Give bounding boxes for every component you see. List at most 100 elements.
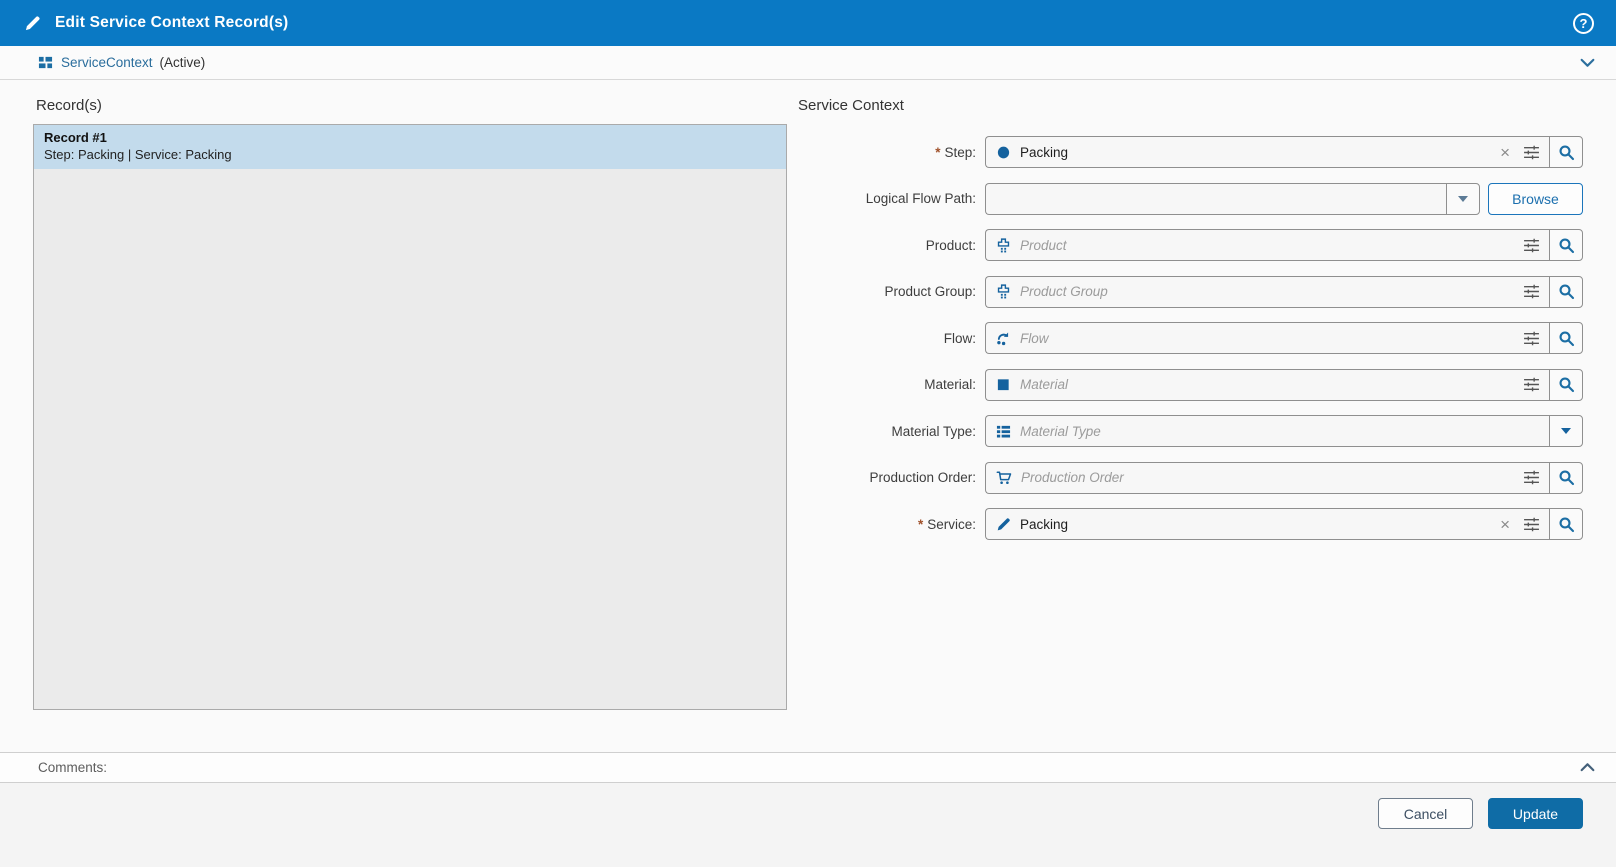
flow-search-button[interactable] <box>1549 322 1583 354</box>
material-type-icon <box>996 424 1011 439</box>
product-field[interactable]: Product <box>985 229 1549 261</box>
service-context-panel: Service Context *Step: Packing × Logical Fl… <box>787 80 1583 752</box>
field-placeholder: Material Type <box>1020 424 1101 439</box>
field-label-flow: Flow: <box>798 331 985 346</box>
search-icon <box>1558 376 1575 393</box>
field-area: Packing × <box>985 508 1583 540</box>
clear-icon[interactable]: × <box>1500 516 1510 533</box>
material-field[interactable]: Material <box>985 369 1549 401</box>
field-area: Material <box>985 369 1583 401</box>
service-icon <box>996 517 1011 532</box>
service-search-button[interactable] <box>1549 508 1583 540</box>
action-bar: Cancel Update <box>0 783 1616 867</box>
cancel-button[interactable]: Cancel <box>1378 798 1473 829</box>
filter-icon[interactable] <box>1523 283 1540 300</box>
required-asterisk: * <box>935 145 940 160</box>
form-row-material: Material:Material <box>798 369 1583 401</box>
product-search-button[interactable] <box>1549 229 1583 261</box>
search-icon <box>1558 469 1575 486</box>
step-field[interactable]: Packing × <box>985 136 1549 168</box>
field-label-material-type: Material Type: <box>798 424 985 439</box>
search-icon <box>1558 516 1575 533</box>
material-type-dropdown-button[interactable] <box>1549 415 1583 447</box>
product-group-search-button[interactable] <box>1549 276 1583 308</box>
filter-icon[interactable] <box>1523 516 1540 533</box>
field-label-logical-flow-path: Logical Flow Path: <box>798 191 985 206</box>
field-label-service: *Service: <box>798 517 985 532</box>
material-icon <box>996 377 1011 392</box>
product-group-field[interactable]: Product Group <box>985 276 1549 308</box>
field-placeholder: Flow <box>1020 331 1049 346</box>
filter-icon[interactable] <box>1523 144 1540 161</box>
search-icon <box>1558 283 1575 300</box>
update-button[interactable]: Update <box>1488 798 1583 829</box>
product-icon <box>996 238 1011 253</box>
field-area: Material Type <box>985 415 1583 447</box>
material-search-button[interactable] <box>1549 369 1583 401</box>
field-area: Production Order <box>985 462 1583 494</box>
production-order-field[interactable]: Production Order <box>985 462 1549 494</box>
field-area: Product <box>985 229 1583 261</box>
field-area: Flow <box>985 322 1583 354</box>
logical-flow-path-dropdown-button[interactable] <box>1446 183 1480 215</box>
record-title: Record #1 <box>44 130 776 145</box>
form-row-flow: Flow: Flow <box>798 322 1583 354</box>
production-order-icon <box>996 470 1012 486</box>
filter-icon[interactable] <box>1523 330 1540 347</box>
field-placeholder: Product Group <box>1020 284 1108 299</box>
step-icon <box>996 145 1011 160</box>
record-subtitle: Step: Packing | Service: Packing <box>44 147 776 162</box>
entity-link[interactable]: ServiceContext <box>61 55 153 70</box>
entity-status: (Active) <box>160 55 206 70</box>
entity-icon <box>38 55 53 70</box>
production-order-search-button[interactable] <box>1549 462 1583 494</box>
field-label-product-group: Product Group: <box>798 284 985 299</box>
field-placeholder: Production Order <box>1021 470 1124 485</box>
pencil-icon <box>24 15 41 32</box>
flow-icon <box>996 331 1011 346</box>
record-list-item[interactable]: Record #1 Step: Packing | Service: Packin… <box>34 125 786 169</box>
form-row-material-type: Material Type: Material Type <box>798 415 1583 447</box>
main-content: Record(s) Record #1Step: Packing | Servi… <box>0 80 1616 752</box>
record-list[interactable]: Record #1 Step: Packing | Service: Packin… <box>33 124 787 710</box>
clear-icon[interactable]: × <box>1500 144 1510 161</box>
logical-flow-path-field[interactable] <box>985 183 1446 215</box>
field-value: Packing <box>1020 517 1068 532</box>
product-group-icon <box>996 284 1011 299</box>
step-search-button[interactable] <box>1549 136 1583 168</box>
service-field[interactable]: Packing × <box>985 508 1549 540</box>
field-area: Product Group <box>985 276 1583 308</box>
field-label-production-order: Production Order: <box>798 470 985 485</box>
service-context-form: *Step: Packing × Logical Flow Path: Browse Pr… <box>798 136 1583 555</box>
chevron-down-icon[interactable] <box>1579 54 1596 71</box>
search-icon <box>1558 144 1575 161</box>
dropdown-caret-icon <box>1561 428 1571 434</box>
field-placeholder: Product <box>1020 238 1067 253</box>
required-asterisk: * <box>918 517 923 532</box>
dropdown-caret-icon <box>1458 196 1468 202</box>
form-row-production-order: Production Order: Production Order <box>798 462 1583 494</box>
field-label-step: *Step: <box>798 145 985 160</box>
search-icon <box>1558 237 1575 254</box>
form-row-step: *Step: Packing × <box>798 136 1583 168</box>
field-label-material: Material: <box>798 377 985 392</box>
material-type-field[interactable]: Material Type <box>985 415 1549 447</box>
filter-icon[interactable] <box>1523 376 1540 393</box>
field-area: Packing × <box>985 136 1583 168</box>
filter-icon[interactable] <box>1523 237 1540 254</box>
logical-flow-path-browse-button[interactable]: Browse <box>1488 183 1583 215</box>
service-context-title: Service Context <box>798 97 1583 114</box>
form-row-service: *Service: Packing × <box>798 508 1583 540</box>
search-icon <box>1558 330 1575 347</box>
field-value: Packing <box>1020 145 1068 160</box>
title-bar: Edit Service Context Record(s) ? <box>0 0 1616 46</box>
chevron-up-icon[interactable] <box>1579 759 1596 776</box>
flow-field[interactable]: Flow <box>985 322 1549 354</box>
help-circle-icon[interactable]: ? <box>1573 13 1594 34</box>
form-row-logical-flow-path: Logical Flow Path: Browse <box>798 183 1583 215</box>
comments-bar[interactable]: Comments: <box>0 752 1616 783</box>
field-area: Browse <box>985 183 1583 215</box>
filter-icon[interactable] <box>1523 469 1540 486</box>
page-title: Edit Service Context Record(s) <box>55 14 288 32</box>
field-label-product: Product: <box>798 238 985 253</box>
